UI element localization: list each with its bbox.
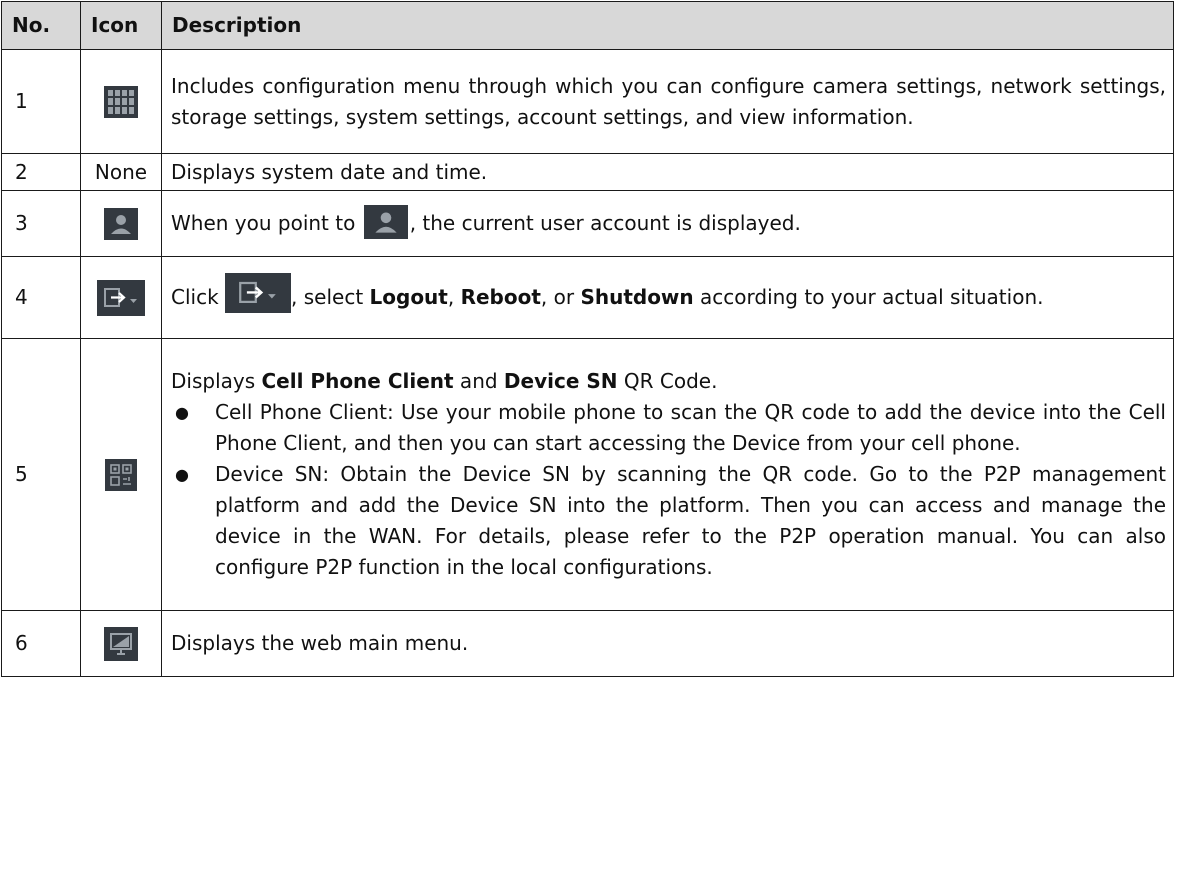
intro-text: Displays (171, 369, 262, 393)
row-description-before: Click (171, 284, 226, 309)
row-description: Displays the web main menu. (161, 610, 1174, 677)
qr-bullet-list: ● Cell Phone Client: Use your mobile phon… (171, 397, 1166, 583)
cell-phone-client-label: Cell Phone Client (261, 369, 454, 393)
user-account-icon (104, 207, 138, 240)
intro-text: QR Code. (617, 369, 718, 393)
option-shutdown: Shutdown (580, 284, 694, 309)
header-icon: Icon (80, 1, 162, 50)
row-number: 4 (1, 256, 81, 339)
bullet-symbol: ● (175, 465, 189, 484)
icon-description-table: No. Icon Description 1 Includes configur… (1, 1, 1174, 677)
table-row: 6 Displays the web main menu. (1, 610, 1174, 677)
row-description-before: When you point to (171, 211, 362, 235)
bullet-text: Device SN: Obtain the Device SN by scann… (215, 462, 1166, 579)
qr-intro: Displays Cell Phone Client and Device SN… (171, 366, 1166, 397)
option-reboot: Reboot (460, 284, 541, 309)
row-number: 2 (1, 153, 81, 191)
separator: , or (540, 284, 581, 309)
table-row: 5 Displays Cell Phone Client and Device … (1, 338, 1174, 611)
separator: , (447, 284, 461, 309)
bullet-symbol: ● (175, 403, 189, 422)
bullet-text: Cell Phone Client: Use your mobile phone… (215, 400, 1166, 455)
list-item: ● Device SN: Obtain the Device SN by scan… (171, 459, 1166, 583)
user-account-icon (363, 204, 408, 239)
row-number: 5 (1, 338, 81, 611)
header-no: No. (1, 1, 81, 50)
row-description-after: according to your actual situation. (693, 284, 1044, 309)
table-row: 3 When you point to , the current user a… (1, 190, 1174, 257)
table-row: 1 Includes configuration menu through wh… (1, 49, 1174, 154)
logout-dropdown-icon (97, 279, 145, 316)
row-number: 6 (1, 610, 81, 677)
grid-menu-icon (104, 85, 138, 118)
row-number: 3 (1, 190, 81, 257)
row-description-after: , the current user account is displayed. (409, 211, 801, 235)
monitor-icon (104, 626, 138, 661)
table-row: 2 None Displays system date and time. (1, 153, 1174, 191)
list-item: ● Cell Phone Client: Use your mobile phon… (171, 397, 1166, 459)
option-logout: Logout (369, 284, 448, 309)
row-number: 1 (1, 49, 81, 154)
table-row: 4 Click , select Logout, Reboot, or Shut… (1, 256, 1174, 339)
row-description: Includes configuration menu through whic… (161, 49, 1174, 154)
row-description: Displays system date and time. (161, 153, 1174, 191)
logout-dropdown-icon (225, 273, 292, 314)
qr-code-icon (105, 458, 137, 491)
intro-text: and (453, 369, 504, 393)
table-header-row: No. Icon Description (1, 1, 1174, 50)
row-description-mid: , select (291, 284, 370, 309)
device-sn-label: Device SN (503, 369, 618, 393)
icon-none-text: None (80, 153, 162, 191)
header-description: Description (161, 1, 1174, 50)
